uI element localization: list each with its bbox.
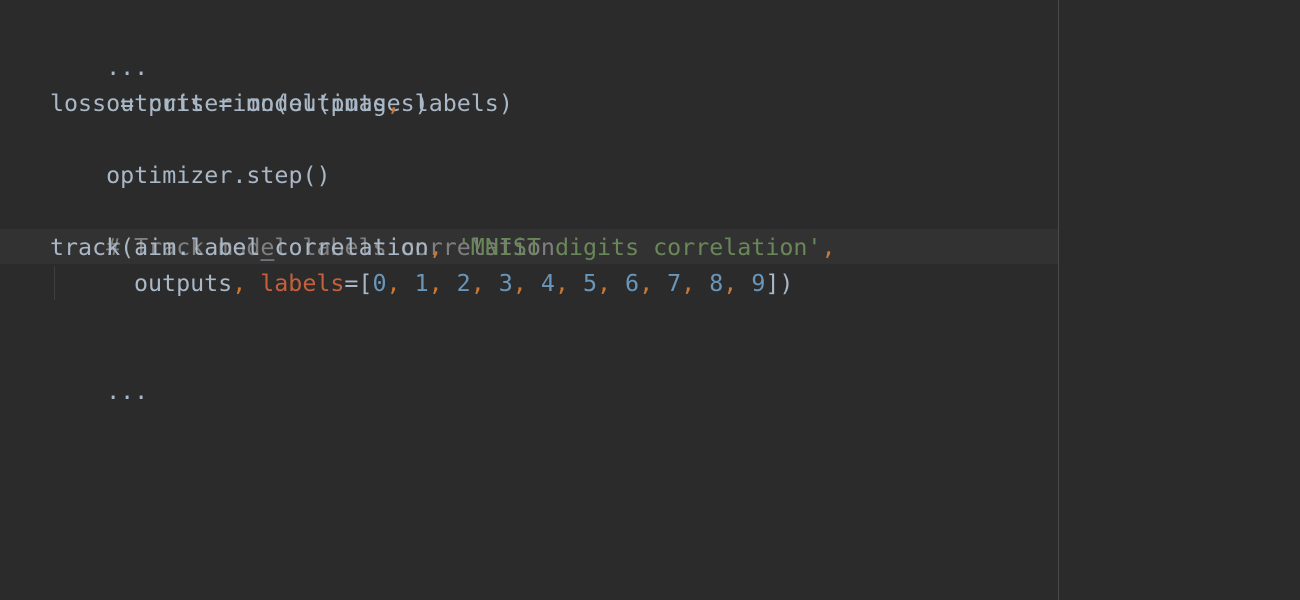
equals-bracket: =[: [344, 270, 373, 297]
number-literal: 3: [498, 270, 513, 297]
list-separator: ,: [554, 270, 583, 297]
argument-space: [246, 270, 260, 297]
list-separator: ,: [512, 270, 541, 297]
code-line-comment: # Track model labels correlation: [50, 194, 555, 261]
track-space: [443, 234, 457, 261]
ellipsis-text: ...: [106, 378, 149, 405]
number-literal: 2: [456, 270, 471, 297]
number-literal: 6: [625, 270, 640, 297]
list-separator: ,: [428, 270, 457, 297]
track-comma-2: ,: [821, 234, 836, 261]
list-separator: ,: [639, 270, 668, 297]
code-line-ellipsis-top: ...: [50, 14, 148, 81]
right-margin-guide: [1058, 0, 1059, 600]
code-line-ellipsis-bottom: ...: [50, 338, 148, 405]
number-literal: 9: [751, 270, 766, 297]
code-line-outputs: outputs = model(images): [50, 50, 429, 117]
list-separator: ,: [596, 270, 626, 297]
number-literal: 1: [414, 270, 429, 297]
loss-comma: ,: [386, 90, 401, 117]
list-separator: ,: [681, 270, 710, 297]
list-separator: ,: [723, 270, 752, 297]
number-literal: 4: [540, 270, 555, 297]
code-line-track-continuation: outputs, labels=[0, 1, 2, 3, 4, 5, 6, 7,…: [134, 266, 793, 302]
closing-brackets: ]): [765, 270, 794, 297]
number-literal: 0: [372, 270, 387, 297]
number-literal: 5: [582, 270, 597, 297]
track-comma-1: ,: [428, 234, 443, 261]
argument-comma: ,: [232, 270, 247, 297]
code-editor[interactable]: ... outputs = model(images) loss = crite…: [0, 0, 1300, 600]
string-literal: 'MNIST digits correlation': [456, 234, 822, 261]
outputs-argument: outputs: [134, 270, 233, 297]
loss-statement-suffix: labels): [400, 90, 513, 117]
optimizer-step-statement: optimizer.step(): [106, 162, 331, 189]
number-literal: 7: [667, 270, 682, 297]
list-separator: ,: [470, 270, 499, 297]
list-separator: ,: [386, 270, 415, 297]
track-call: track(aim.label_correlation: [50, 234, 429, 261]
number-literal: 8: [709, 270, 724, 297]
code-line-track-call: track(aim.label_correlation, 'MNIST digi…: [50, 230, 835, 266]
keyword-argument-labels: labels: [260, 270, 345, 297]
code-line-loss: loss = criterion(outputs, labels): [50, 86, 513, 122]
code-line-optimizer-step: optimizer.step(): [50, 122, 330, 189]
loss-statement-prefix: loss = criterion(outputs: [50, 90, 387, 117]
